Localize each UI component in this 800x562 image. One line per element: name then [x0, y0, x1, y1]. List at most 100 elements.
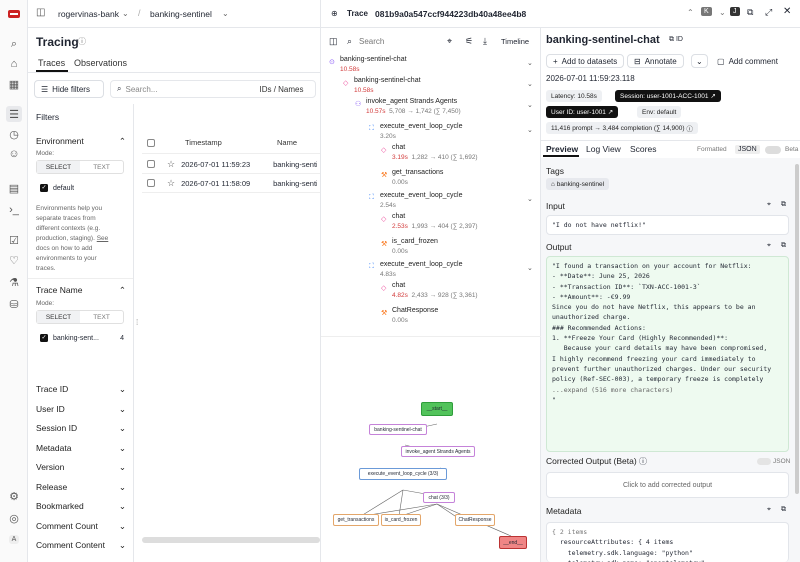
search-icon[interactable]: ⌕: [6, 36, 22, 52]
tracing-icon[interactable]: ☰: [6, 106, 22, 122]
crosshair-icon[interactable]: ⌖: [767, 506, 771, 514]
trace-node[interactable]: banking-sentinel-chat: [354, 77, 421, 84]
table-row[interactable]: ☆ 2026-07-01 11:58:09 banking-sentinel: [142, 174, 320, 193]
trace-node[interactable]: execute_event_loop_cycle: [380, 192, 463, 199]
playground-icon[interactable]: ›_: [6, 202, 22, 218]
star-icon[interactable]: ☆: [167, 159, 175, 170]
row-checkbox[interactable]: [147, 179, 155, 187]
trace-node[interactable]: invoke_agent Strands Agents: [366, 98, 457, 105]
graph-node-get-transactions[interactable]: get_transactions: [333, 514, 379, 526]
trace-node[interactable]: chat: [392, 282, 405, 289]
trace-node[interactable]: execute_event_loop_cycle: [380, 261, 463, 268]
filter-trace-name[interactable]: Trace Name ⌃: [36, 285, 126, 296]
logo-icon[interactable]: [6, 6, 22, 22]
trace-node[interactable]: chat: [392, 144, 405, 151]
trace-node[interactable]: chat: [392, 213, 405, 220]
graph-node-end[interactable]: __end__: [499, 536, 527, 549]
vertical-scrollbar[interactable]: [795, 164, 799, 494]
filter-item[interactable]: Release ⌄: [36, 482, 126, 493]
trace-node[interactable]: is_card_frozen: [392, 238, 438, 245]
info-icon[interactable]: ⓘ: [639, 456, 647, 467]
graph-node-chat-response[interactable]: ChatResponse: [455, 514, 495, 526]
org-selector[interactable]: rogervinas-bank: [58, 9, 119, 19]
tab-traces[interactable]: Traces: [38, 58, 65, 68]
formatted-toggle[interactable]: Formatted: [697, 146, 727, 153]
name-header[interactable]: Name: [277, 138, 297, 147]
filter-item[interactable]: Version ⌄: [36, 462, 126, 473]
beta-switch[interactable]: [765, 146, 781, 154]
session-badge[interactable]: Session: user-1001-ACC-1001 ↗: [615, 90, 721, 102]
close-icon[interactable]: ✕: [783, 6, 791, 17]
user-avatar-icon[interactable]: A: [6, 531, 22, 547]
timestamp-header[interactable]: Timestamp: [185, 138, 277, 147]
filter-item[interactable]: Metadata ⌄: [36, 443, 126, 454]
trace-node[interactable]: get_transactions: [392, 169, 443, 176]
home-icon[interactable]: ⌂: [6, 56, 22, 72]
collapse-chevron-icon[interactable]: ⌄: [527, 80, 533, 88]
filter-item[interactable]: User ID ⌄: [36, 404, 126, 415]
annotate-button[interactable]: ⊟ Annotate: [627, 54, 684, 68]
json-toggle[interactable]: JSON: [735, 145, 760, 154]
crosshair-icon[interactable]: ⌖: [767, 201, 771, 209]
search-input[interactable]: ⌕ Search... IDs / Names: [110, 80, 316, 98]
tab-scores[interactable]: Scores: [630, 144, 656, 154]
users-icon[interactable]: ☺: [6, 146, 22, 162]
sessions-icon[interactable]: ◷: [6, 126, 22, 142]
sidebar-toggle-icon[interactable]: ◫: [36, 7, 45, 18]
crosshair-icon[interactable]: ⌖: [447, 36, 452, 47]
graph-node-loop[interactable]: execute_event_loop_cycle (3/3): [359, 468, 447, 480]
mode-toggle[interactable]: SELECT TEXT: [36, 160, 124, 174]
star-icon[interactable]: ☆: [167, 178, 175, 189]
filter-item[interactable]: Trace ID ⌄: [36, 384, 126, 395]
copy-icon[interactable]: ⧉: [781, 201, 786, 209]
annotate-dropdown[interactable]: ⌄: [691, 54, 708, 68]
collapse-chevron-icon[interactable]: ⌄: [527, 101, 533, 109]
filter-item[interactable]: Comment Count ⌄: [36, 521, 126, 532]
evaluation-icon[interactable]: ⚗: [6, 274, 22, 290]
add-to-datasets-button[interactable]: + Add to datasets: [546, 54, 625, 68]
trace-node[interactable]: execute_event_loop_cycle: [380, 123, 463, 130]
graph-node-chat3[interactable]: chat (3/3): [423, 492, 455, 503]
collapse-chevron-icon[interactable]: ⌄: [527, 126, 533, 134]
graph-node-start[interactable]: __start__: [421, 402, 453, 416]
table-row[interactable]: ☆ 2026-07-01 11:59:23 banking-sentinel: [142, 155, 320, 174]
mode-toggle[interactable]: SELECT TEXT: [36, 310, 124, 324]
trace-node[interactable]: banking-sentinel-chat: [340, 56, 407, 63]
trace-node[interactable]: ChatResponse: [392, 307, 438, 314]
hide-filters-button[interactable]: ☰ Hide filters: [34, 80, 104, 98]
trace-name-checkbox[interactable]: ✓ banking-sent... 4: [40, 334, 124, 342]
collapse-chevron-icon[interactable]: ⌄: [527, 264, 533, 272]
resize-handle[interactable]: ⁞: [136, 318, 138, 327]
scores-icon[interactable]: ☑: [6, 232, 22, 248]
lightbulb-icon[interactable]: ♡: [6, 252, 22, 268]
chevron-up-icon[interactable]: ⌃: [687, 8, 694, 17]
copy-icon[interactable]: ⧉: [781, 242, 786, 250]
panel-icon[interactable]: ◫: [329, 36, 338, 47]
filter-environment[interactable]: Environment ⌃: [36, 136, 126, 147]
json-switch[interactable]: [757, 458, 771, 465]
datasets-icon[interactable]: ⛁: [6, 296, 22, 312]
info-icon[interactable]: ⓘ: [78, 36, 86, 47]
graph-node-is-card-frozen[interactable]: is_card_frozen: [381, 514, 421, 526]
settings-sliders-icon[interactable]: ⚟: [465, 36, 473, 47]
pin-icon[interactable]: ⧉: [747, 7, 753, 18]
row-checkbox[interactable]: [147, 160, 155, 168]
filter-item[interactable]: Comment Content ⌄: [36, 540, 126, 551]
tab-log-view[interactable]: Log View: [586, 144, 621, 154]
collapse-chevron-icon[interactable]: ⌄: [527, 195, 533, 203]
support-icon[interactable]: ◎: [6, 510, 22, 526]
copy-id-button[interactable]: ⧉ ID: [669, 36, 683, 44]
tree-search-input[interactable]: Search: [359, 37, 384, 46]
horizontal-scrollbar[interactable]: [142, 537, 320, 543]
default-checkbox[interactable]: ✓ default: [40, 184, 74, 192]
tab-preview[interactable]: Preview: [546, 144, 578, 154]
filter-item[interactable]: Bookmarked ⌄: [36, 501, 126, 512]
see-link[interactable]: See: [97, 235, 109, 242]
download-icon[interactable]: ⤓: [483, 36, 487, 47]
crosshair-icon[interactable]: ⌖: [767, 242, 771, 250]
chevron-down-icon[interactable]: ⌄: [719, 8, 726, 17]
tab-observations[interactable]: Observations: [74, 58, 127, 68]
expand-icon[interactable]: ⤢: [765, 7, 772, 18]
prompts-icon[interactable]: ▤: [6, 180, 22, 196]
filter-item[interactable]: Session ID ⌄: [36, 423, 126, 434]
